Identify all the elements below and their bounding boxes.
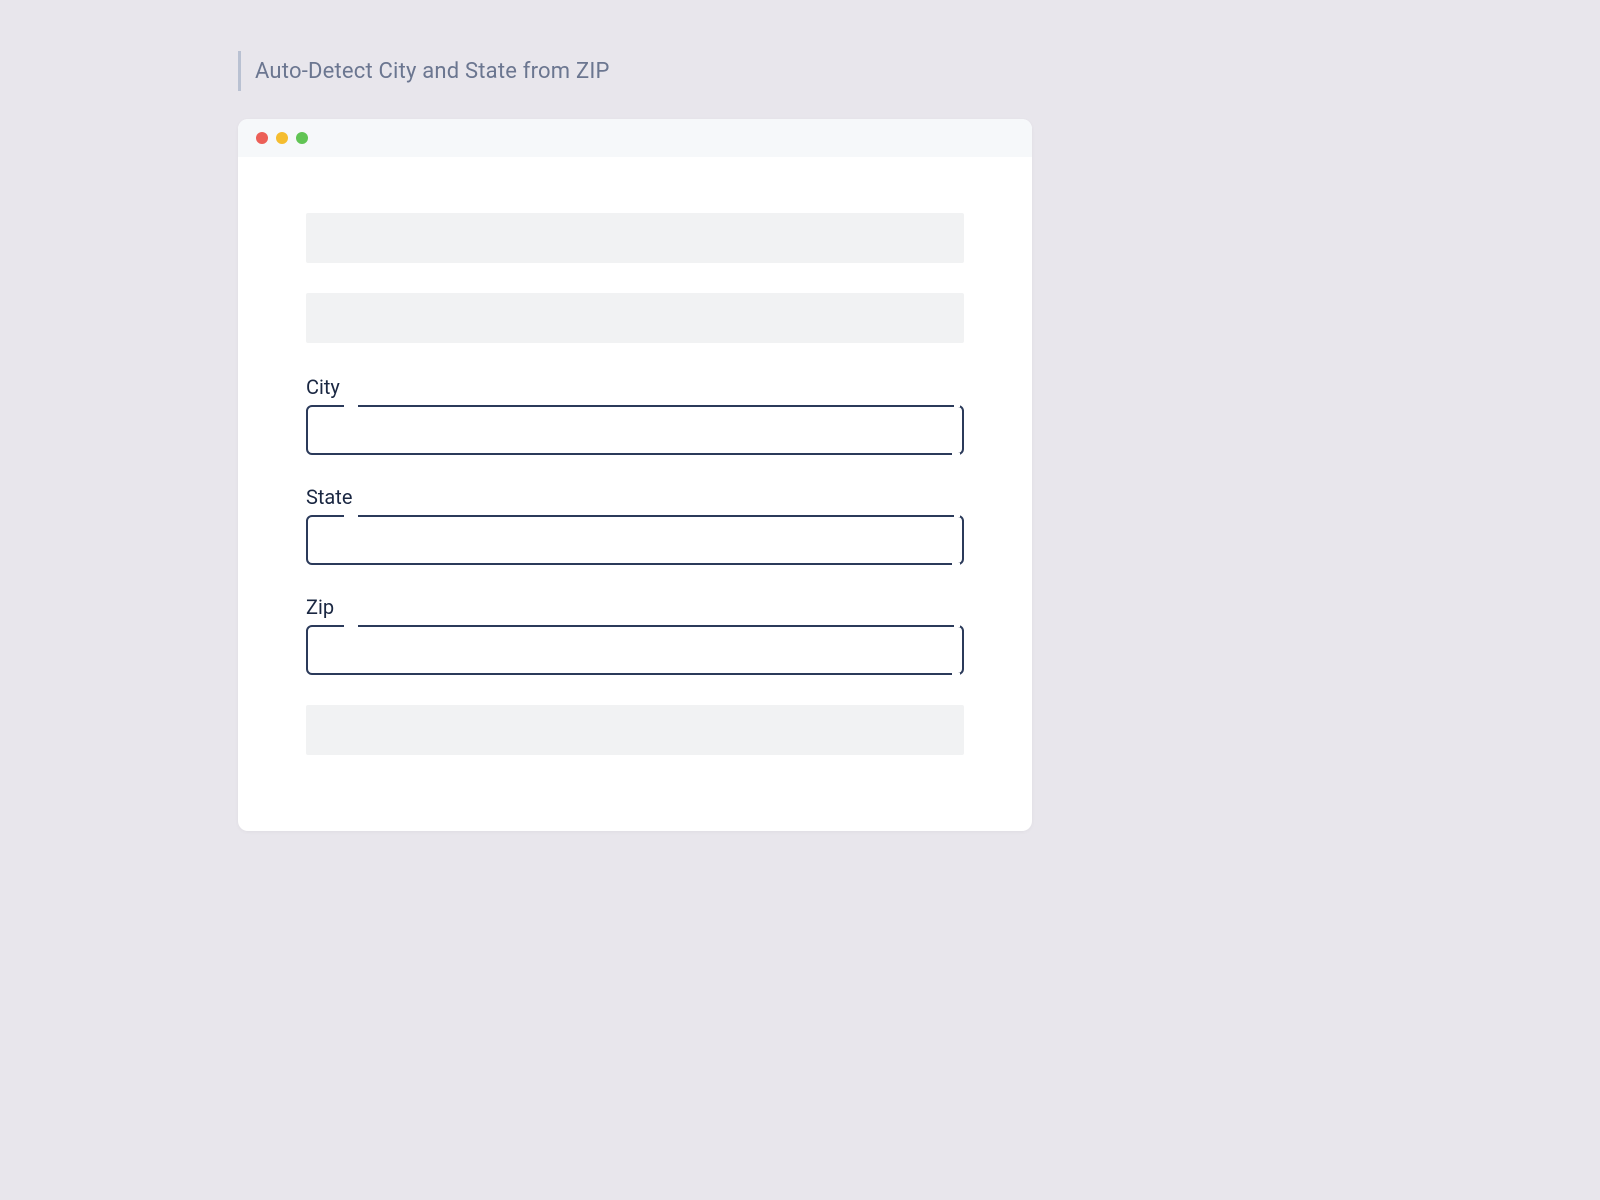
city-field-group: City [306, 375, 964, 455]
placeholder-block [306, 213, 964, 263]
close-icon[interactable] [256, 132, 268, 144]
placeholder-block [306, 293, 964, 343]
zip-input[interactable] [308, 627, 962, 673]
page-title: Auto-Detect City and State from ZIP [255, 59, 610, 84]
window-content: City State Zip [238, 157, 1032, 755]
state-input[interactable] [308, 517, 962, 563]
city-label: City [306, 375, 964, 399]
state-input-frame [306, 515, 964, 565]
city-input[interactable] [308, 407, 962, 453]
zip-label: Zip [306, 595, 964, 619]
zip-input-frame [306, 625, 964, 675]
minimize-icon[interactable] [276, 132, 288, 144]
page-header: Auto-Detect City and State from ZIP [238, 51, 610, 91]
zoom-icon[interactable] [296, 132, 308, 144]
app-window: City State Zip [238, 119, 1032, 831]
window-titlebar [238, 119, 1032, 157]
placeholder-block [306, 705, 964, 755]
state-label: State [306, 485, 964, 509]
zip-field-group: Zip [306, 595, 964, 675]
city-input-frame [306, 405, 964, 455]
state-field-group: State [306, 485, 964, 565]
title-accent-bar [238, 51, 241, 91]
